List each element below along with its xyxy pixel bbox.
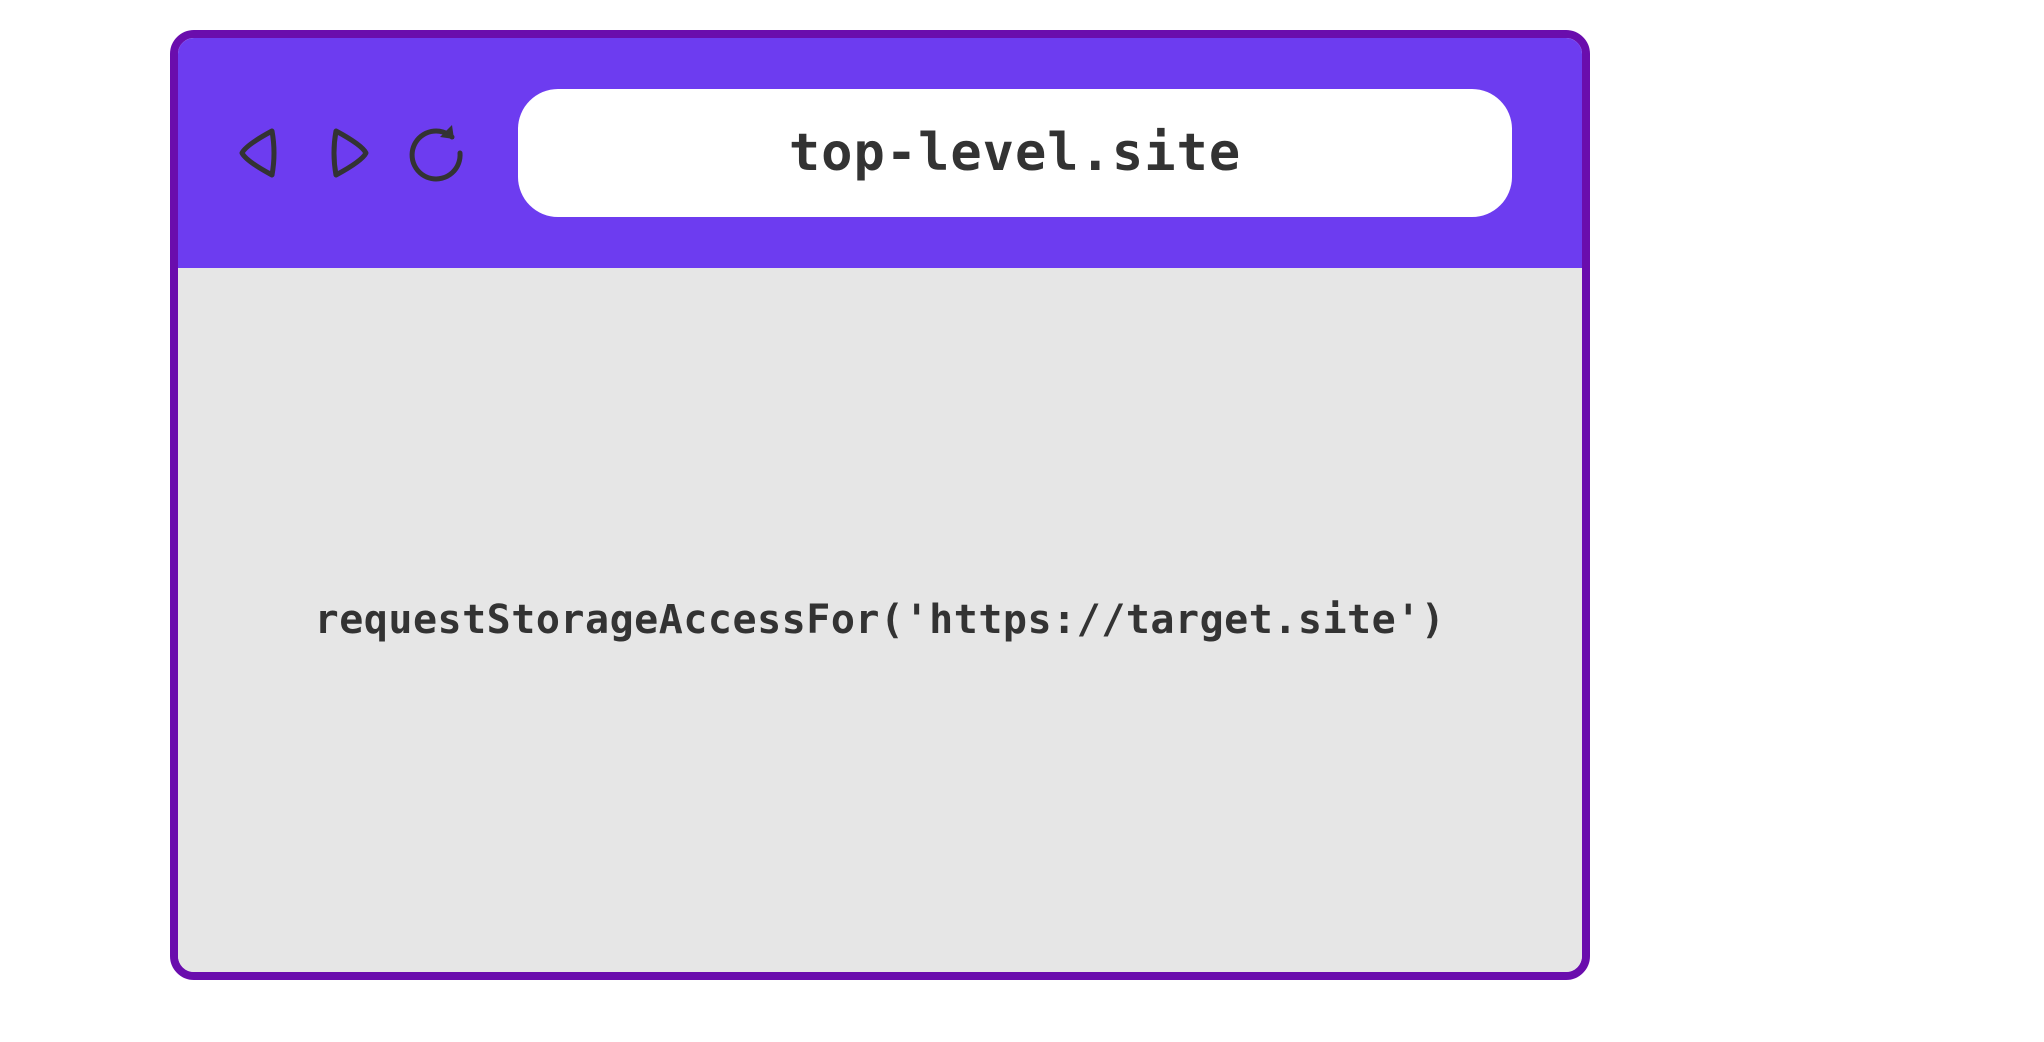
nav-icon-group [228, 121, 468, 185]
reload-icon[interactable] [404, 121, 468, 185]
code-snippet: requestStorageAccessFor('https://target.… [315, 597, 1446, 643]
forward-icon[interactable] [316, 121, 380, 185]
browser-window: top-level.site requestStorageAccessFor('… [170, 30, 1590, 980]
page-content: requestStorageAccessFor('https://target.… [178, 268, 1582, 972]
browser-toolbar: top-level.site [178, 38, 1582, 268]
address-bar-text: top-level.site [789, 123, 1241, 183]
address-bar[interactable]: top-level.site [518, 89, 1512, 217]
back-icon[interactable] [228, 121, 292, 185]
